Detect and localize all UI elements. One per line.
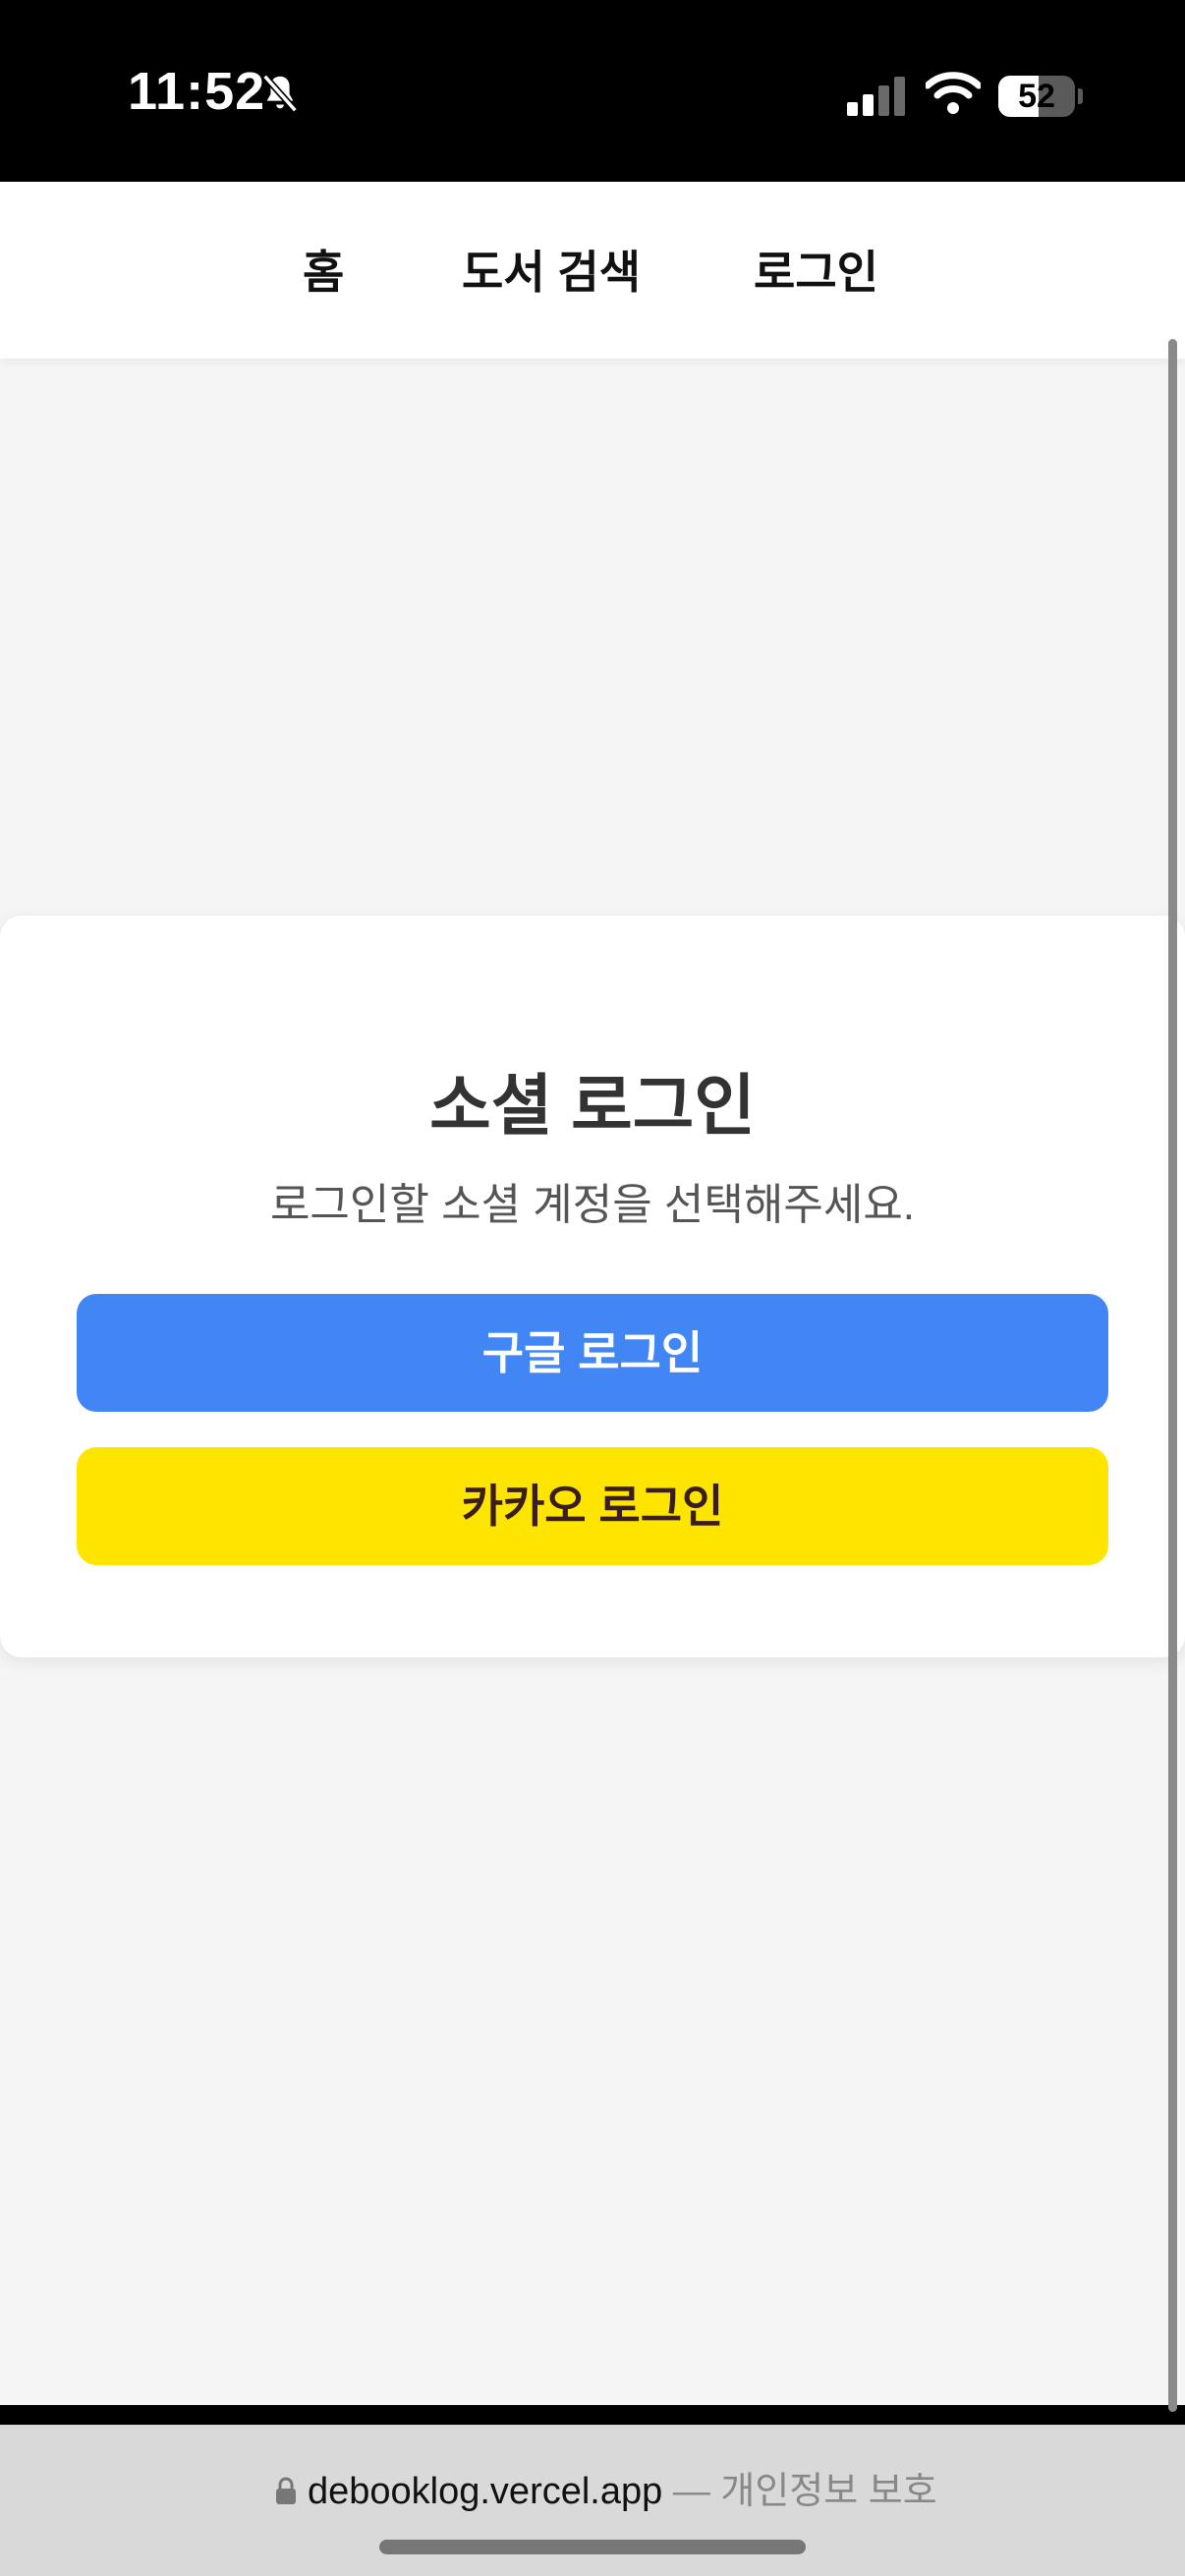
url-domain: debooklog.vercel.app [308, 2471, 663, 2512]
battery-icon: 52 [998, 76, 1083, 117]
lock-icon [276, 2477, 296, 2504]
status-time: 11:52 [128, 62, 266, 121]
top-navbar: 홈 도서 검색 로그인 [0, 182, 1185, 359]
browser-address-bar[interactable]: debooklog.vercel.app — 개인정보 보호 [0, 2425, 1185, 2576]
nav-home-link[interactable]: 홈 [303, 237, 344, 302]
url-text[interactable]: debooklog.vercel.app — 개인정보 보호 [308, 2460, 937, 2514]
privacy-label: 개인정보 보호 [720, 2471, 937, 2512]
nav-login-link[interactable]: 로그인 [754, 237, 878, 302]
bell-slash-icon [262, 74, 298, 113]
page-subtitle: 로그인할 소셜 계정을 선택해주세요. [269, 1181, 916, 1229]
page-title: 소셜 로그인 [429, 1069, 756, 1144]
page-bottom-divider [0, 2405, 1185, 2425]
status-bar: 11:52 52 [0, 0, 1185, 182]
nav-book-search-link[interactable]: 도서 검색 [462, 237, 641, 302]
cellular-signal-icon [847, 77, 905, 116]
scrollbar-thumb[interactable] [1168, 339, 1177, 2412]
url-separator: — [672, 2471, 710, 2512]
google-login-button[interactable]: 구글 로그인 [77, 1294, 1108, 1412]
battery-body: 52 [998, 76, 1075, 117]
battery-percent: 52 [1018, 78, 1055, 115]
wifi-icon [926, 72, 981, 114]
home-indicator[interactable] [379, 2540, 806, 2554]
social-login-card: 소셜 로그인 로그인할 소셜 계정을 선택해주세요. 구글 로그인 카카오 로그… [0, 916, 1185, 1657]
battery-nub [1078, 88, 1083, 104]
kakao-login-button[interactable]: 카카오 로그인 [77, 1447, 1108, 1565]
